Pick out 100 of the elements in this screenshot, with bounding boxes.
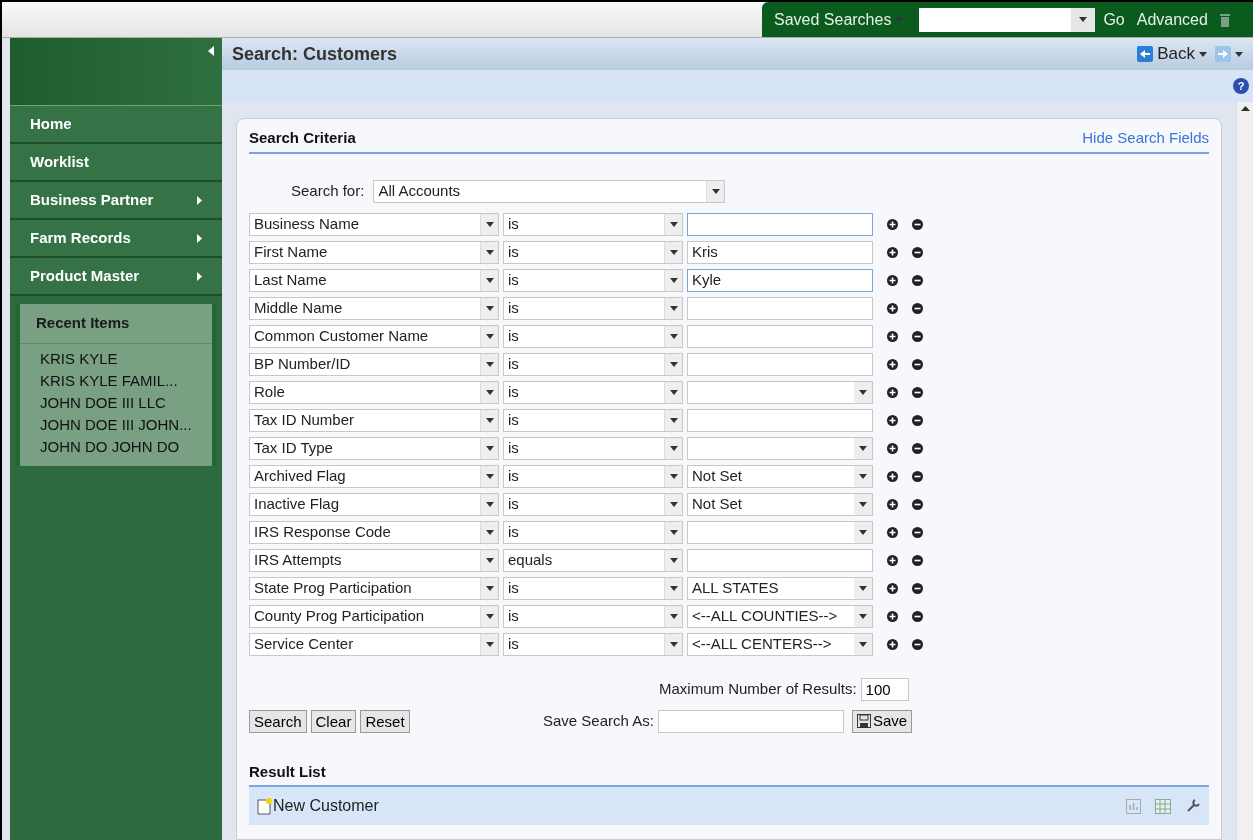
recent-item-link[interactable]: JOHN DOE III JOHN...	[40, 413, 192, 436]
dropdown-arrow-icon[interactable]	[859, 641, 867, 647]
recent-item-link[interactable]: JOHN DOE III LLC	[40, 391, 192, 414]
operator-select[interactable]: is	[503, 268, 683, 292]
dropdown-arrow-icon[interactable]	[485, 389, 494, 395]
dropdown-arrow-icon[interactable]	[485, 557, 494, 563]
recent-item-link[interactable]: KRIS KYLE FAMIL...	[40, 369, 192, 392]
go-link[interactable]: Go	[1103, 7, 1125, 32]
dropdown-arrow-icon[interactable]	[485, 417, 494, 423]
remove-row-icon[interactable]	[912, 638, 923, 650]
add-row-icon[interactable]	[887, 358, 898, 370]
dropdown-arrow-icon[interactable]	[859, 529, 867, 535]
add-row-icon[interactable]	[887, 218, 898, 230]
attribute-select[interactable]: State Prog Participation	[249, 576, 499, 600]
value-field[interactable]: Kyle	[687, 268, 873, 292]
value-field[interactable]	[687, 352, 873, 376]
value-select[interactable]: ALL STATES	[687, 576, 873, 600]
dropdown-arrow-icon[interactable]	[669, 333, 678, 339]
dropdown-arrow-icon[interactable]	[669, 613, 678, 619]
value-field[interactable]	[687, 324, 873, 348]
sidebar-item[interactable]: Business Partner	[10, 182, 222, 220]
max-results-field[interactable]: 100	[860, 677, 909, 701]
dropdown-arrow-icon[interactable]	[1079, 17, 1088, 22]
dropdown-arrow-icon[interactable]	[859, 585, 867, 591]
recent-item-link[interactable]: KRIS KYLE	[40, 347, 192, 370]
add-row-icon[interactable]	[887, 274, 898, 286]
remove-row-icon[interactable]	[912, 610, 923, 622]
dropdown-arrow-icon[interactable]	[669, 361, 678, 367]
caret-icon[interactable]	[1199, 51, 1207, 57]
add-row-icon[interactable]	[887, 470, 898, 482]
attribute-select[interactable]: First Name	[249, 240, 499, 264]
value-field[interactable]	[687, 408, 873, 432]
remove-row-icon[interactable]	[912, 582, 923, 594]
operator-select[interactable]: is	[503, 464, 683, 488]
attribute-select[interactable]: Tax ID Type	[249, 436, 499, 460]
operator-select[interactable]: is	[503, 296, 683, 320]
dropdown-arrow-icon[interactable]	[669, 473, 678, 479]
add-row-icon[interactable]	[887, 386, 898, 398]
dropdown-arrow-icon[interactable]	[669, 389, 678, 395]
dropdown-arrow-icon[interactable]	[669, 305, 678, 311]
dropdown-arrow-icon[interactable]	[485, 445, 494, 451]
add-row-icon[interactable]	[887, 498, 898, 510]
attribute-select[interactable]: Tax ID Number	[249, 408, 499, 432]
dropdown-arrow-icon[interactable]	[485, 585, 494, 591]
dropdown-arrow-icon[interactable]	[485, 249, 494, 255]
operator-select[interactable]: is	[503, 436, 683, 460]
operator-select[interactable]: is	[503, 408, 683, 432]
dropdown-arrow-icon[interactable]	[485, 361, 494, 367]
dropdown-arrow-icon[interactable]	[485, 221, 494, 227]
attribute-select[interactable]: Business Name	[249, 212, 499, 236]
dropdown-arrow-icon[interactable]	[485, 305, 494, 311]
remove-row-icon[interactable]	[912, 498, 923, 510]
scrollbar[interactable]	[1236, 102, 1253, 840]
add-row-icon[interactable]	[887, 330, 898, 342]
add-row-icon[interactable]	[887, 246, 898, 258]
attribute-select[interactable]: Middle Name	[249, 296, 499, 320]
dropdown-arrow-icon[interactable]	[669, 249, 678, 255]
caret-icon[interactable]	[1235, 51, 1243, 57]
dropdown-arrow-icon[interactable]	[485, 473, 494, 479]
attribute-select[interactable]: IRS Response Code	[249, 520, 499, 544]
operator-select[interactable]: is	[503, 212, 683, 236]
operator-select[interactable]: is	[503, 324, 683, 348]
wrench-icon[interactable]	[1185, 798, 1201, 814]
dropdown-arrow-icon[interactable]	[485, 501, 494, 507]
remove-row-icon[interactable]	[912, 246, 923, 258]
add-row-icon[interactable]	[887, 638, 898, 650]
attribute-select[interactable]: BP Number/ID	[249, 352, 499, 376]
sidebar-item[interactable]: Product Master	[10, 258, 222, 296]
remove-row-icon[interactable]	[912, 274, 923, 286]
dropdown-arrow-icon[interactable]	[669, 585, 678, 591]
attribute-select[interactable]: County Prog Participation	[249, 604, 499, 628]
dropdown-arrow-icon[interactable]	[485, 529, 494, 535]
dropdown-arrow-icon[interactable]	[711, 188, 720, 194]
add-row-icon[interactable]	[887, 302, 898, 314]
dropdown-arrow-icon[interactable]	[669, 557, 678, 563]
form-button[interactable]: Search	[249, 709, 307, 733]
value-select[interactable]: Not Set	[687, 492, 873, 516]
sidebar-item[interactable]: Home	[10, 106, 222, 144]
remove-row-icon[interactable]	[912, 442, 923, 454]
operator-select[interactable]: is	[503, 576, 683, 600]
dropdown-arrow-icon[interactable]	[859, 613, 867, 619]
attribute-select[interactable]: Service Center	[249, 632, 499, 656]
value-select[interactable]: Not Set	[687, 464, 873, 488]
operator-select[interactable]: is	[503, 352, 683, 376]
form-button[interactable]: Clear	[310, 709, 357, 733]
attribute-select[interactable]: Last Name	[249, 268, 499, 292]
help-icon[interactable]: ?	[1233, 78, 1249, 94]
back-button[interactable]: Back	[1157, 41, 1195, 67]
add-row-icon[interactable]	[887, 610, 898, 622]
saved-search-select[interactable]	[919, 7, 1096, 32]
dropdown-arrow-icon[interactable]	[859, 445, 867, 451]
hide-search-fields-link[interactable]: Hide Search Fields	[1082, 127, 1209, 150]
sidebar-item[interactable]: Farm Records	[10, 220, 222, 258]
attribute-select[interactable]: Common Customer Name	[249, 324, 499, 348]
dropdown-arrow-icon[interactable]	[485, 333, 494, 339]
dropdown-arrow-icon[interactable]	[859, 389, 867, 395]
dropdown-arrow-icon[interactable]	[669, 641, 678, 647]
dropdown-arrow-icon[interactable]	[669, 417, 678, 423]
operator-select[interactable]: equals	[503, 548, 683, 572]
trash-icon[interactable]	[1219, 12, 1230, 27]
